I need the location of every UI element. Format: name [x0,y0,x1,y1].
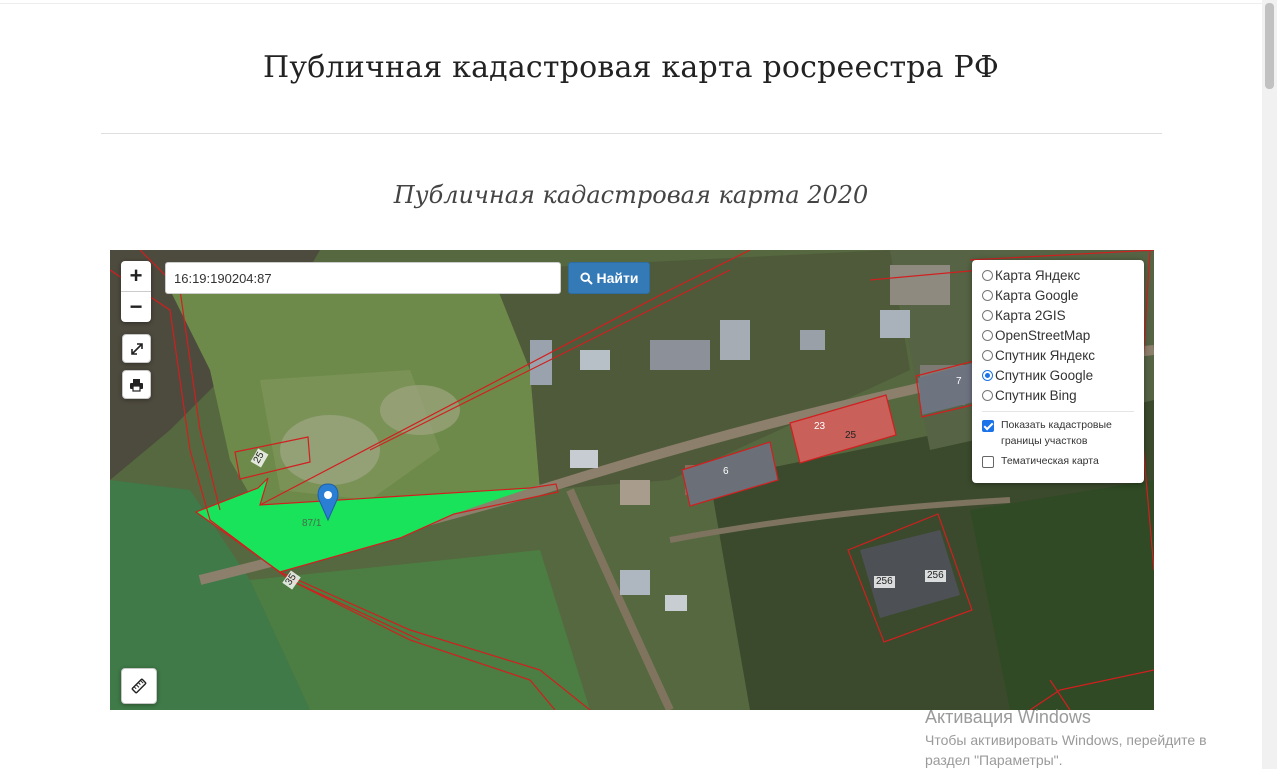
parcel-label: 6 [723,466,729,477]
radio-button-selected[interactable] [982,369,993,381]
layer-option-google-map[interactable]: Карта Google [982,285,1144,305]
print-button[interactable] [122,370,151,399]
ruler-icon [131,678,147,694]
fullscreen-icon [130,342,143,355]
radio-button[interactable] [982,289,993,301]
map-subtitle: Публичная кадастровая карта 2020 [393,181,869,209]
parcel-label: 23 [814,421,826,432]
radio-button[interactable] [982,269,993,281]
thematic-map-label: Тематическая карта [1001,455,1099,467]
zoom-out-button[interactable]: − [121,292,151,322]
printer-icon [130,378,143,392]
radio-button[interactable] [982,389,993,401]
watermark-line-1: Чтобы активировать Windows, перейдите в [925,732,1207,748]
layer-option-bing-satellite[interactable]: Спутник Bing [982,385,1144,405]
layer-option-google-satellite[interactable]: Спутник Google [982,365,1144,385]
layer-option-label: Карта Яндекс [995,267,1081,283]
cadastral-map[interactable]: 25 87/1 35 6 23 25 7 256 256 + − Найти К… [110,250,1154,710]
watermark-line-2: раздел "Параметры". [925,752,1063,768]
parcel-label: 25 [845,430,857,441]
zoom-control: + − [121,261,151,322]
top-rule [0,3,1262,4]
layer-option-2gis-map[interactable]: Карта 2GIS [982,305,1144,325]
header-divider [101,133,1162,134]
thematic-map-toggle[interactable]: Тематическая карта [982,453,1144,469]
layer-option-label: Спутник Яндекс [995,347,1096,363]
zoom-in-button[interactable]: + [121,261,151,291]
layer-option-yandex-map[interactable]: Карта Яндекс [982,265,1144,285]
cadastral-search-input[interactable] [165,262,561,294]
windows-activation-watermark: Активация Windows Чтобы активировать Win… [925,706,1207,770]
radio-button[interactable] [982,329,993,341]
checkbox-checked[interactable] [982,420,994,432]
radio-button[interactable] [982,349,993,361]
layer-divider [982,411,1134,412]
layer-option-label: Спутник Google [995,367,1094,383]
page-title: Публичная кадастровая карта росреестра Р… [263,50,999,85]
parcel-label: 7 [956,376,962,387]
layer-switcher: Карта Яндекс Карта Google Карта 2GIS Ope… [972,260,1144,483]
layer-option-openstreetmap[interactable]: OpenStreetMap [982,325,1144,345]
scrollbar-thumb[interactable] [1265,3,1274,89]
parcel-label: 87/1 [300,518,324,530]
ruler-button[interactable] [121,668,157,704]
layer-option-label: Карта Google [995,287,1079,303]
fullscreen-button[interactable] [122,334,151,363]
watermark-title: Активация Windows [925,707,1091,727]
layer-option-label: OpenStreetMap [995,327,1091,343]
show-cadastral-label: Показать кадастровые границы участков [1001,419,1112,447]
layer-option-yandex-satellite[interactable]: Спутник Яндекс [982,345,1144,365]
search-button-label: Найти [596,270,639,286]
radio-button[interactable] [982,309,993,321]
parcel-label: 256 [925,570,946,582]
layer-option-label: Карта 2GIS [995,307,1066,323]
show-cadastral-toggle[interactable]: Показать кадастровые границы участков [982,417,1144,449]
layer-option-label: Спутник Bing [995,387,1077,403]
checkbox[interactable] [982,456,994,468]
search-button[interactable]: Найти [568,262,650,294]
search-icon [579,271,593,285]
page-scrollbar[interactable] [1262,0,1277,769]
parcel-label: 256 [874,576,895,588]
